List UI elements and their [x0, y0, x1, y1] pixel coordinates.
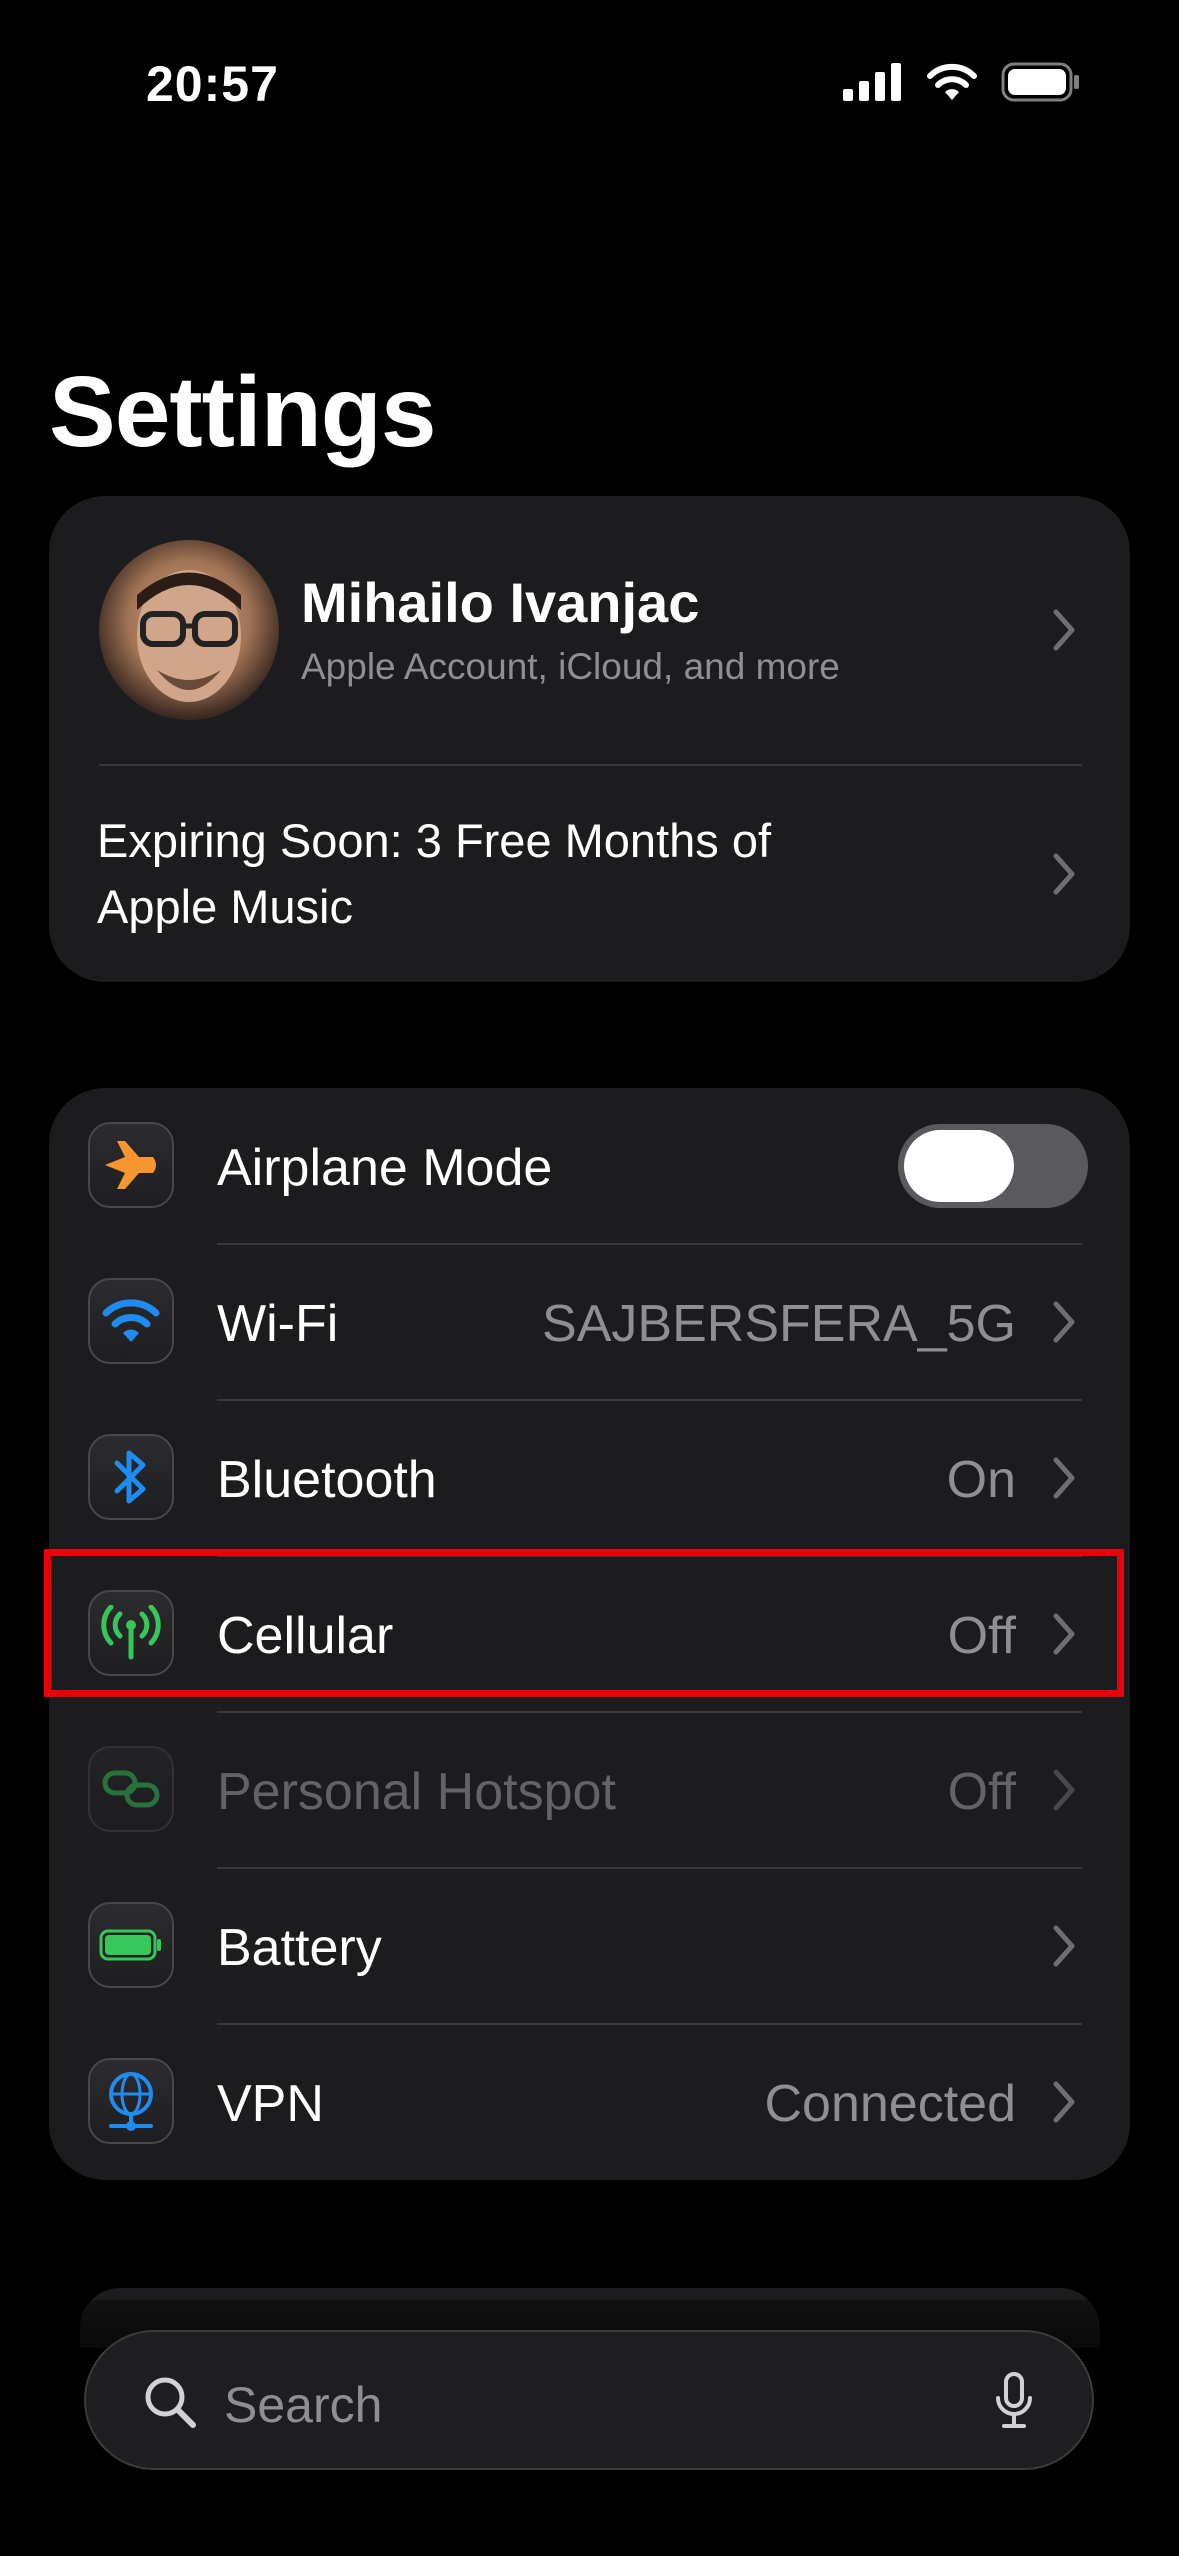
cellular-signal-icon — [843, 63, 901, 101]
chevron-right-icon — [1053, 1925, 1075, 1967]
account-subtitle: Apple Account, iCloud, and more — [301, 646, 840, 687]
chevron-right-icon — [1053, 2081, 1075, 2123]
wifi-row[interactable]: Wi-Fi SAJBERSFERA_5G — [49, 1244, 1130, 1400]
toggle-knob — [904, 1130, 1014, 1202]
vpn-row[interactable]: VPN Connected — [49, 2024, 1130, 2180]
chevron-right-icon — [1053, 1301, 1075, 1343]
bluetooth-icon — [88, 1434, 174, 1520]
battery-icon — [88, 1902, 174, 1988]
vpn-label: VPN — [217, 2075, 324, 2133]
page-title: Settings — [49, 356, 436, 468]
chevron-right-icon — [1053, 853, 1075, 895]
bluetooth-row[interactable]: Bluetooth On — [49, 1400, 1130, 1556]
hotspot-link-icon — [88, 1746, 174, 1832]
battery-status-icon — [1001, 62, 1079, 102]
status-icons — [843, 62, 1081, 102]
account-name: Mihailo Ivanjac — [301, 571, 700, 634]
vpn-globe-icon — [88, 2058, 174, 2144]
account-card: Mihailo Ivanjac Apple Account, iCloud, a… — [49, 496, 1130, 982]
bluetooth-value: On — [946, 1451, 1016, 1509]
apple-music-offer-text: Expiring Soon: 3 Free Months of Apple Mu… — [97, 814, 772, 933]
wifi-icon — [88, 1278, 174, 1364]
apple-account-row[interactable]: Mihailo Ivanjac Apple Account, iCloud, a… — [49, 496, 1130, 766]
wifi-network-value: SAJBERSFERA_5G — [542, 1295, 1016, 1353]
microphone-icon[interactable] — [994, 2372, 1034, 2430]
avatar — [99, 540, 279, 720]
airplane-mode-row: Airplane Mode — [49, 1088, 1130, 1244]
vpn-status-value: Connected — [764, 2075, 1016, 2133]
chevron-right-icon — [1053, 1457, 1075, 1499]
airplane-icon — [88, 1122, 174, 1208]
cellular-highlight-box — [44, 1549, 1124, 1697]
status-time: 20:57 — [146, 56, 279, 112]
search-bar[interactable]: Search — [84, 2330, 1094, 2470]
search-icon — [145, 2377, 196, 2428]
bluetooth-label: Bluetooth — [217, 1451, 437, 1509]
wifi-status-icon — [927, 63, 977, 100]
apple-music-offer-row[interactable]: Expiring Soon: 3 Free Months of Apple Mu… — [49, 766, 1130, 982]
battery-label: Battery — [217, 1919, 382, 1977]
personal-hotspot-label: Personal Hotspot — [217, 1763, 616, 1821]
airplane-mode-toggle[interactable] — [898, 1124, 1088, 1208]
chevron-right-icon — [1053, 609, 1075, 651]
status-bar: 20:57 — [0, 0, 1179, 170]
airplane-mode-label: Airplane Mode — [217, 1139, 553, 1197]
personal-hotspot-value: Off — [947, 1763, 1016, 1821]
chevron-right-icon — [1053, 1769, 1075, 1811]
wifi-label: Wi-Fi — [217, 1295, 339, 1353]
search-input[interactable]: Search — [224, 2376, 382, 2434]
personal-hotspot-row[interactable]: Personal Hotspot Off — [49, 1712, 1130, 1868]
battery-row[interactable]: Battery — [49, 1868, 1130, 2024]
